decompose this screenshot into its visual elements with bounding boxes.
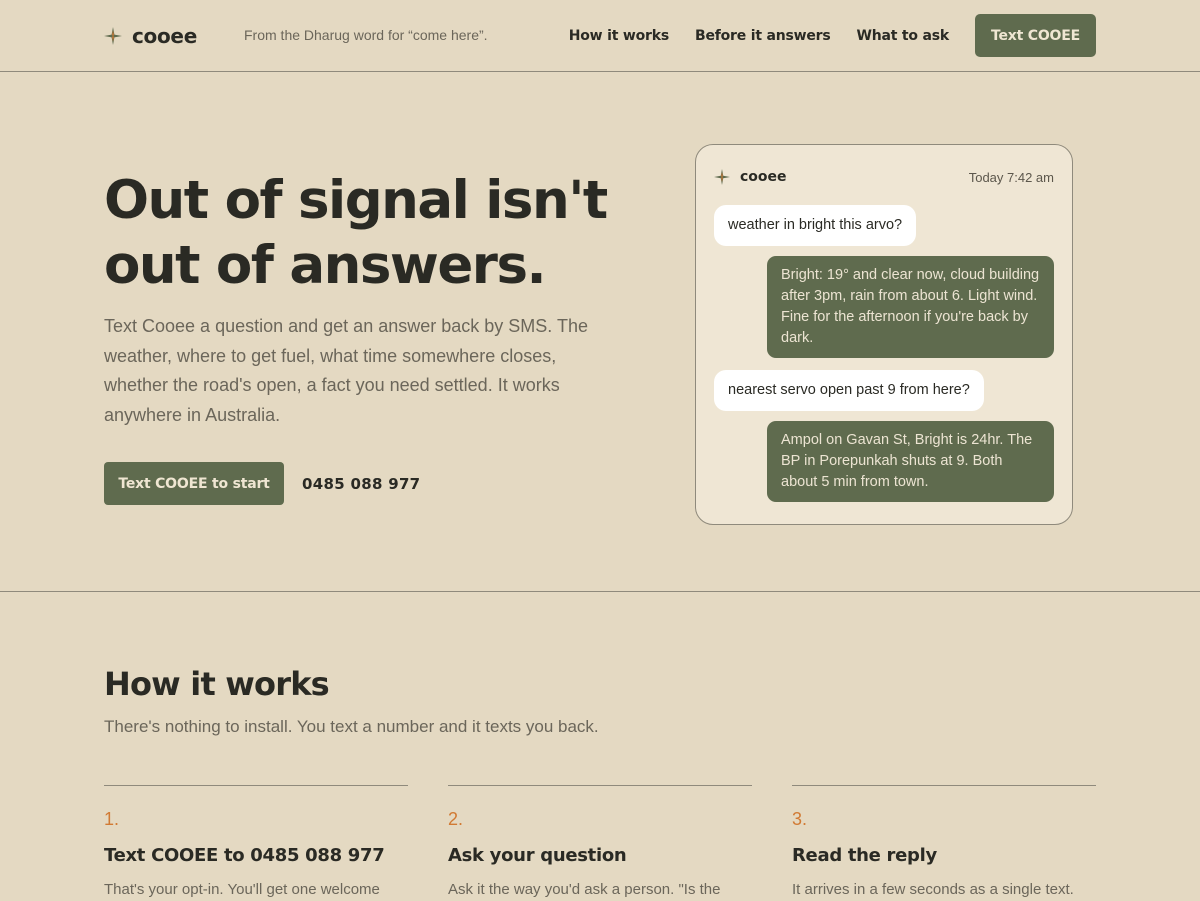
header-text-cooee-button[interactable]: Text COOEE	[975, 14, 1096, 57]
step-description: That's your opt-in. You'll get one welco…	[104, 881, 380, 898]
nav-link-before-it-answers[interactable]: Before it answers	[695, 28, 831, 44]
sparkle-icon	[104, 27, 122, 45]
step-title: Text COOEE to 0485 088 977	[104, 845, 385, 866]
hero-start-button[interactable]: Text COOEE to start	[104, 462, 284, 505]
hero-title-line-2: out of answers.	[104, 235, 547, 296]
page: cooee From the Dharug word for “come her…	[0, 0, 1200, 900]
chat-preview-card: cooee Today 7:42 am weather in bright th…	[695, 144, 1073, 525]
hero-title-line-1: Out of signal isn't	[104, 170, 608, 231]
chat-message-incoming: nearest servo open past 9 from here?	[714, 370, 984, 411]
nav-link-how-it-works[interactable]: How it works	[569, 28, 669, 44]
chat-timestamp: Today 7:42 am	[968, 169, 1054, 185]
how-it-works-title: How it works	[104, 665, 330, 703]
chat-header: cooee Today 7:42 am	[714, 167, 1054, 187]
header-tagline: From the Dharug word for “come here”.	[244, 27, 488, 43]
step-item: 2. Ask your question Ask it the way you'…	[448, 785, 752, 898]
hero-description: Text Cooee a question and get an answer …	[104, 316, 588, 425]
step-title: Ask your question	[448, 845, 627, 866]
chat-sender-name: cooee	[740, 169, 787, 185]
hero-actions: Text COOEE to start 0485 088 977	[104, 462, 420, 505]
step-number: 2.	[448, 809, 464, 829]
sparkle-icon	[714, 169, 730, 185]
step-number: 1.	[104, 809, 120, 829]
brand-logo[interactable]: cooee	[104, 22, 197, 50]
nav-link-what-to-ask[interactable]: What to ask	[857, 28, 950, 44]
brand-name: cooee	[132, 24, 197, 48]
how-it-works-section: How it works There's nothing to install.…	[0, 592, 1200, 901]
step-description: It arrives in a few seconds as a single …	[792, 881, 1074, 898]
step-title: Read the reply	[792, 845, 937, 866]
step-item: 1. Text COOEE to 0485 088 977 That's you…	[104, 785, 408, 898]
main-nav: How it works Before it answers What to a…	[569, 14, 1096, 57]
step-description: Ask it the way you'd ask a person. "Is t…	[448, 881, 721, 898]
hero-section: Out of signal isn't out of answers. Text…	[0, 72, 1200, 592]
site-header: cooee From the Dharug word for “come her…	[0, 0, 1200, 72]
chat-message-outgoing: Ampol on Gavan St, Bright is 24hr. The B…	[767, 421, 1054, 502]
chat-message-outgoing: Bright: 19° and clear now, cloud buildin…	[767, 256, 1054, 358]
step-item: 3. Read the reply It arrives in a few se…	[792, 785, 1096, 898]
how-it-works-subtitle: There's nothing to install. You text a n…	[104, 717, 599, 736]
chat-message-incoming: weather in bright this arvo?	[714, 205, 917, 246]
step-number: 3.	[792, 809, 808, 829]
hero-title: Out of signal isn't out of answers.	[104, 168, 644, 298]
hero-phone-number: 0485 088 977	[302, 474, 421, 493]
